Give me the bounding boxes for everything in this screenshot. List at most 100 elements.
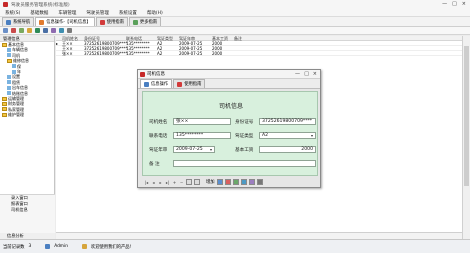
- copy-icon[interactable]: [216, 179, 223, 185]
- id-label: 身份证号: [235, 120, 254, 125]
- print-icon[interactable]: [67, 28, 72, 33]
- tab-guide[interactable]: 使用指南: [95, 17, 128, 26]
- dialog-tabs: 信息操作 使用指南: [138, 79, 320, 89]
- menu-basic-data[interactable]: 基础数据: [25, 10, 53, 16]
- window-controls: — □ ×: [442, 1, 466, 7]
- nav-item-driver[interactable]: 司机信息: [0, 207, 55, 213]
- menu-settings[interactable]: 系统设置: [114, 10, 142, 16]
- note-input[interactable]: [173, 160, 316, 167]
- tab-system-nav[interactable]: 系统导航: [2, 17, 35, 26]
- add-record-button[interactable]: +: [172, 180, 177, 185]
- review-date-picker[interactable]: 2009-07-25: [173, 146, 215, 153]
- next-record-button[interactable]: ▸: [158, 180, 163, 185]
- phone-label: 联系电话: [149, 134, 168, 139]
- col-id[interactable]: 身份证号: [84, 36, 126, 41]
- app-title: 驾驶员服务管理系统(标准版): [11, 2, 70, 8]
- menu-vehicle[interactable]: 车辆管理: [53, 10, 81, 16]
- id-input[interactable]: 37252619800709****: [259, 118, 316, 125]
- document-icon: [144, 81, 149, 87]
- tab-info-operation[interactable]: 信息操作: [140, 79, 173, 88]
- remove-record-button[interactable]: −: [179, 180, 184, 185]
- item-icon: [7, 80, 11, 85]
- col-phone[interactable]: 联系电话: [126, 36, 157, 41]
- folder-icon: [2, 112, 7, 117]
- form-heading: 司机信息: [218, 103, 243, 110]
- filter-icon[interactable]: [51, 28, 56, 33]
- col-wage[interactable]: 基本工资: [212, 36, 234, 41]
- menu-driver[interactable]: 驾驶员管理: [81, 10, 114, 16]
- add-button-label[interactable]: 增加: [206, 179, 215, 185]
- print-icon[interactable]: [248, 179, 255, 185]
- wage-input[interactable]: 2000: [259, 146, 316, 153]
- close-button[interactable]: ×: [462, 1, 466, 7]
- item-icon: [7, 48, 11, 53]
- toolbar: [0, 27, 470, 35]
- col-date[interactable]: 驾证年审: [179, 36, 212, 41]
- scrollbar-thumb[interactable]: [464, 46, 469, 186]
- search-icon[interactable]: [59, 28, 64, 33]
- vertical-scrollbar[interactable]: [462, 36, 470, 239]
- menu-bar: 系统(S) 基础数据 车辆管理 驾驶员管理 系统设置 帮助(H): [0, 9, 470, 17]
- app-icon: [3, 2, 8, 7]
- maximize-button[interactable]: □: [452, 1, 457, 7]
- edit-icon[interactable]: [3, 28, 8, 33]
- item-icon: [7, 91, 11, 96]
- col-name[interactable]: 司机姓名: [62, 36, 84, 41]
- refresh-icon[interactable]: [232, 179, 239, 185]
- tab-usage-guide[interactable]: 使用指南: [173, 79, 206, 88]
- status-message: 欢迎使用我们的产品!: [90, 244, 132, 250]
- operator-name: Admin: [54, 244, 68, 249]
- nav-list: 录入窗口 报表窗口 司机信息: [0, 194, 55, 234]
- tab-label: 更多指南: [139, 20, 158, 25]
- date-label: 驾证年审: [149, 148, 168, 153]
- undo-icon[interactable]: [194, 179, 200, 185]
- menu-help[interactable]: 帮助(H): [142, 10, 168, 16]
- main-tab-strip: 系统导航 信息操作-【司机信息】 使用指南 更多指南: [0, 17, 470, 27]
- save-icon[interactable]: [186, 179, 192, 185]
- dialog-title: 司机信息: [147, 72, 165, 77]
- folder-icon: [2, 101, 7, 106]
- user-icon: [45, 244, 51, 249]
- tab-label: 信息操作-【司机信息】: [46, 20, 91, 25]
- home-icon: [6, 19, 11, 25]
- folder-icon: [2, 96, 7, 101]
- prev-record-button[interactable]: ◂: [151, 180, 156, 185]
- title-bar: 驾驶员服务管理系统(标准版) — □ ×: [0, 0, 470, 9]
- last-record-button[interactable]: ▸|: [165, 180, 170, 185]
- save-icon[interactable]: [27, 28, 32, 33]
- col-note[interactable]: 备注: [234, 36, 264, 41]
- item-icon: [12, 64, 16, 69]
- item-icon: [7, 85, 11, 90]
- refresh-icon[interactable]: [43, 28, 48, 33]
- first-record-button[interactable]: |◂: [144, 180, 149, 185]
- tree-item[interactable]: 维护管理: [2, 112, 54, 117]
- maximize-button[interactable]: □: [304, 71, 309, 77]
- tab-driver-info[interactable]: 信息操作-【司机信息】: [35, 17, 95, 26]
- record-count-value: 3: [28, 244, 32, 249]
- add-icon[interactable]: [19, 28, 24, 33]
- delete-icon[interactable]: [224, 179, 231, 185]
- item-icon: [7, 75, 11, 80]
- search-icon[interactable]: [240, 179, 247, 185]
- table-row[interactable]: 张×× 37252619800709**** 135******** A2 20…: [56, 51, 462, 56]
- record-count-label: 当前记录数: [3, 244, 25, 250]
- minimize-button[interactable]: —: [295, 71, 300, 77]
- grid-bottom-bar: [56, 232, 462, 239]
- delete-icon[interactable]: [11, 28, 16, 33]
- close-button[interactable]: ×: [313, 71, 317, 77]
- menu-system[interactable]: 系统(S): [0, 10, 25, 16]
- book-icon: [99, 19, 105, 25]
- nav-tree: 基本信息 车辆信息 司机 维修信息 保 年 设置 租赁 出车信息 结账信息 运输…: [0, 42, 54, 117]
- name-input[interactable]: 张××: [173, 118, 231, 125]
- play-icon[interactable]: [35, 28, 40, 33]
- exit-icon[interactable]: [256, 179, 263, 185]
- phone-input[interactable]: 135********: [173, 132, 231, 139]
- note-label: 备 注: [149, 162, 160, 167]
- name-label: 司机姓名: [149, 120, 168, 125]
- status-bar: 当前记录数 3 Admin 欢迎使用我们的产品!: [0, 239, 470, 253]
- minimize-button[interactable]: —: [442, 1, 447, 7]
- tab-more-guide[interactable]: 更多指南: [128, 17, 162, 26]
- folder-icon: [2, 42, 7, 47]
- license-type-select[interactable]: A2: [259, 132, 316, 139]
- col-type[interactable]: 驾证类型: [157, 36, 179, 41]
